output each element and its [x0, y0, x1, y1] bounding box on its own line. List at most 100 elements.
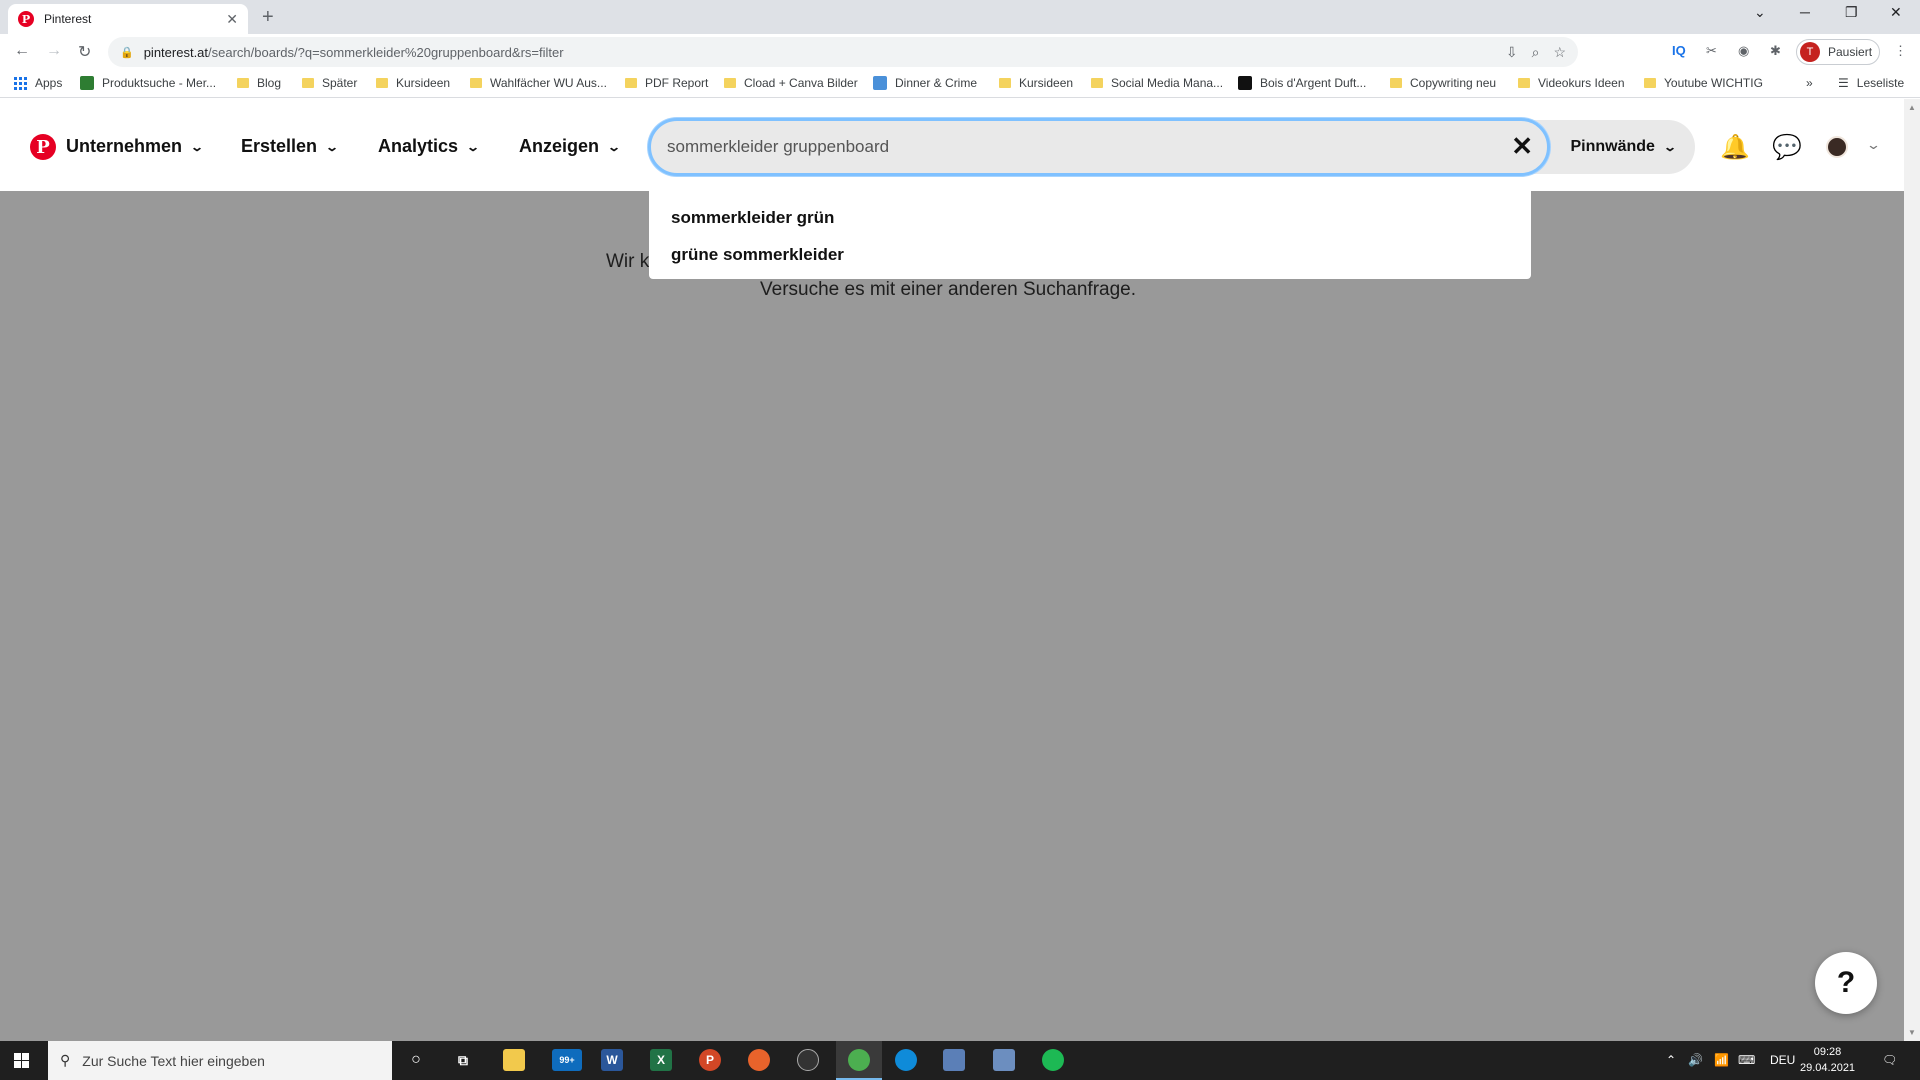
- search-input[interactable]: sommerkleider gruppenboard ✕: [648, 118, 1550, 176]
- account-chevron-down-icon[interactable]: ⌄: [1866, 137, 1881, 153]
- profile-button[interactable]: T Pausiert: [1796, 39, 1880, 65]
- extension-tool-icon[interactable]: ✂: [1706, 43, 1717, 59]
- site-icon: [80, 76, 94, 90]
- address-bar[interactable]: 🔒 pinterest.at/search/boards/?q=sommerkl…: [108, 37, 1578, 67]
- notifications-bell-icon[interactable]: 🔔: [1720, 133, 1750, 162]
- bookmark-star-icon[interactable]: ☆: [1553, 44, 1566, 61]
- minimize-icon[interactable]: ─: [1800, 4, 1810, 20]
- extensions-puzzle-icon[interactable]: ✱: [1770, 43, 1781, 59]
- notification-center-icon[interactable]: 🗨: [1882, 1053, 1897, 1067]
- obs-icon[interactable]: [797, 1049, 819, 1071]
- bookmark-folder[interactable]: Später: [302, 76, 357, 90]
- messages-icon[interactable]: 💬: [1772, 133, 1802, 162]
- bookmarks-overflow-icon[interactable]: »: [1806, 76, 1813, 90]
- bookmark-folder[interactable]: Youtube WICHTIG: [1644, 76, 1763, 90]
- language-indicator[interactable]: DEU: [1770, 1053, 1795, 1067]
- app-window-icon[interactable]: [943, 1049, 965, 1071]
- bookmark-folder[interactable]: Videokurs Ideen: [1518, 76, 1625, 90]
- nav-anzeigen[interactable]: Anzeigen ⌄: [519, 136, 621, 157]
- bookmark-apps[interactable]: Apps: [14, 76, 62, 90]
- bookmark-folder[interactable]: Cload + Canva Bilder: [724, 76, 858, 90]
- bookmarks-bar: Apps Produktsuche - Mer... Blog Später K…: [0, 70, 1920, 98]
- volume-icon[interactable]: 🔊: [1688, 1053, 1703, 1067]
- powerpoint-icon[interactable]: P: [699, 1049, 721, 1071]
- folder-icon: [1644, 78, 1656, 88]
- clear-search-icon[interactable]: ✕: [1511, 131, 1533, 162]
- reading-list-button[interactable]: ☰ Leseliste: [1838, 76, 1904, 90]
- pinterest-logo-icon[interactable]: P: [30, 134, 56, 160]
- keyboard-icon[interactable]: ⌨: [1738, 1053, 1755, 1067]
- folder-icon: [1390, 78, 1402, 88]
- site-icon: [1238, 76, 1252, 90]
- taskbar-search-field[interactable]: ⚲ Zur Suche Text hier eingeben: [48, 1041, 392, 1080]
- page-scrollbar[interactable]: ▲ ▼: [1904, 99, 1920, 1041]
- chevron-down-icon: ⌄: [325, 139, 340, 154]
- search-suggestions: sommerkleider grün grüne sommerkleider: [649, 191, 1531, 279]
- folder-icon: [724, 78, 736, 88]
- bookmark-folder[interactable]: Kursideen: [999, 76, 1073, 90]
- browser-toolbar: ← → ↻ 🔒 pinterest.at/search/boards/?q=so…: [0, 34, 1920, 70]
- search-icon: ⚲: [60, 1052, 71, 1068]
- word-icon[interactable]: W: [601, 1049, 623, 1071]
- dim-overlay[interactable]: [0, 191, 1904, 1041]
- bookmark-item[interactable]: Dinner & Crime: [873, 76, 977, 90]
- nav-unternehmen[interactable]: Unternehmen ⌄: [66, 136, 205, 157]
- window-close-icon[interactable]: ✕: [1890, 4, 1902, 21]
- file-explorer-icon[interactable]: [503, 1049, 525, 1071]
- help-button[interactable]: ?: [1815, 952, 1877, 1014]
- bookmark-folder[interactable]: Blog: [237, 76, 281, 90]
- app-icon[interactable]: [748, 1049, 770, 1071]
- nav-erstellen[interactable]: Erstellen ⌄: [241, 136, 340, 157]
- network-icon[interactable]: 📶: [1714, 1053, 1729, 1067]
- new-tab-button[interactable]: +: [262, 6, 274, 29]
- folder-icon: [625, 78, 637, 88]
- suggestion-item[interactable]: grüne sommerkleider: [649, 236, 1531, 273]
- spotify-icon[interactable]: [1042, 1049, 1064, 1071]
- mail-icon[interactable]: 99+: [552, 1049, 582, 1071]
- bookmark-folder[interactable]: Copywriting neu: [1390, 76, 1496, 90]
- folder-icon: [1518, 78, 1530, 88]
- zoom-icon[interactable]: ⌕: [1532, 44, 1540, 61]
- user-avatar[interactable]: [1826, 136, 1848, 158]
- bookmark-folder[interactable]: Kursideen: [376, 76, 450, 90]
- search-filter-dropdown[interactable]: Pinnwände ⌄: [1530, 120, 1695, 174]
- back-icon[interactable]: ←: [14, 42, 30, 60]
- bookmark-folder[interactable]: Wahlfächer WU Aus...: [470, 76, 607, 90]
- lock-icon: 🔒: [120, 46, 134, 59]
- clock-time: 09:28: [1813, 1046, 1842, 1058]
- cortana-icon[interactable]: ○: [405, 1049, 427, 1071]
- browser-menu-icon[interactable]: ⋮: [1894, 43, 1907, 59]
- tab-close-icon[interactable]: ✕: [226, 11, 238, 28]
- excel-icon[interactable]: X: [650, 1049, 672, 1071]
- extension-iq-icon[interactable]: IQ: [1672, 43, 1686, 58]
- task-view-icon[interactable]: ⧉: [452, 1049, 474, 1071]
- windows-start-icon[interactable]: [14, 1053, 29, 1068]
- folder-icon: [376, 78, 388, 88]
- app-window-icon[interactable]: [993, 1049, 1015, 1071]
- forward-icon[interactable]: →: [46, 42, 62, 60]
- restore-icon[interactable]: ❐: [1845, 4, 1858, 21]
- nav-analytics[interactable]: Analytics ⌄: [378, 136, 480, 157]
- profile-avatar: T: [1800, 42, 1820, 62]
- tab-pinterest[interactable]: P Pinterest ✕: [8, 4, 248, 34]
- install-icon[interactable]: ⇩: [1506, 44, 1518, 61]
- suggestion-item[interactable]: sommerkleider grün: [649, 199, 1531, 236]
- bookmark-folder[interactable]: PDF Report: [625, 76, 708, 90]
- reading-list-icon: ☰: [1838, 76, 1849, 90]
- apps-grid-icon: [14, 76, 27, 90]
- bookmark-item[interactable]: Produktsuche - Mer...: [80, 76, 216, 90]
- tab-search-icon[interactable]: ⌄: [1754, 4, 1766, 21]
- chevron-down-icon: ⌄: [190, 139, 205, 154]
- pinterest-favicon-icon: P: [18, 11, 34, 27]
- tab-strip: P Pinterest ✕ + ⌄ ─ ❐ ✕: [0, 0, 1920, 34]
- scroll-down-icon[interactable]: ▼: [1908, 1028, 1916, 1037]
- bookmark-item[interactable]: Bois d'Argent Duft...: [1238, 76, 1366, 90]
- bookmark-folder[interactable]: Social Media Mana...: [1091, 76, 1223, 90]
- scroll-up-icon[interactable]: ▲: [1908, 103, 1916, 112]
- extension-adblock-icon[interactable]: ◉: [1738, 43, 1749, 59]
- taskbar-clock[interactable]: 09:28 29.04.2021: [1800, 1044, 1855, 1076]
- chrome-icon[interactable]: [848, 1049, 870, 1071]
- tray-expand-icon[interactable]: ⌃: [1666, 1053, 1676, 1067]
- edge-icon[interactable]: [895, 1049, 917, 1071]
- reload-icon[interactable]: ↻: [78, 42, 91, 62]
